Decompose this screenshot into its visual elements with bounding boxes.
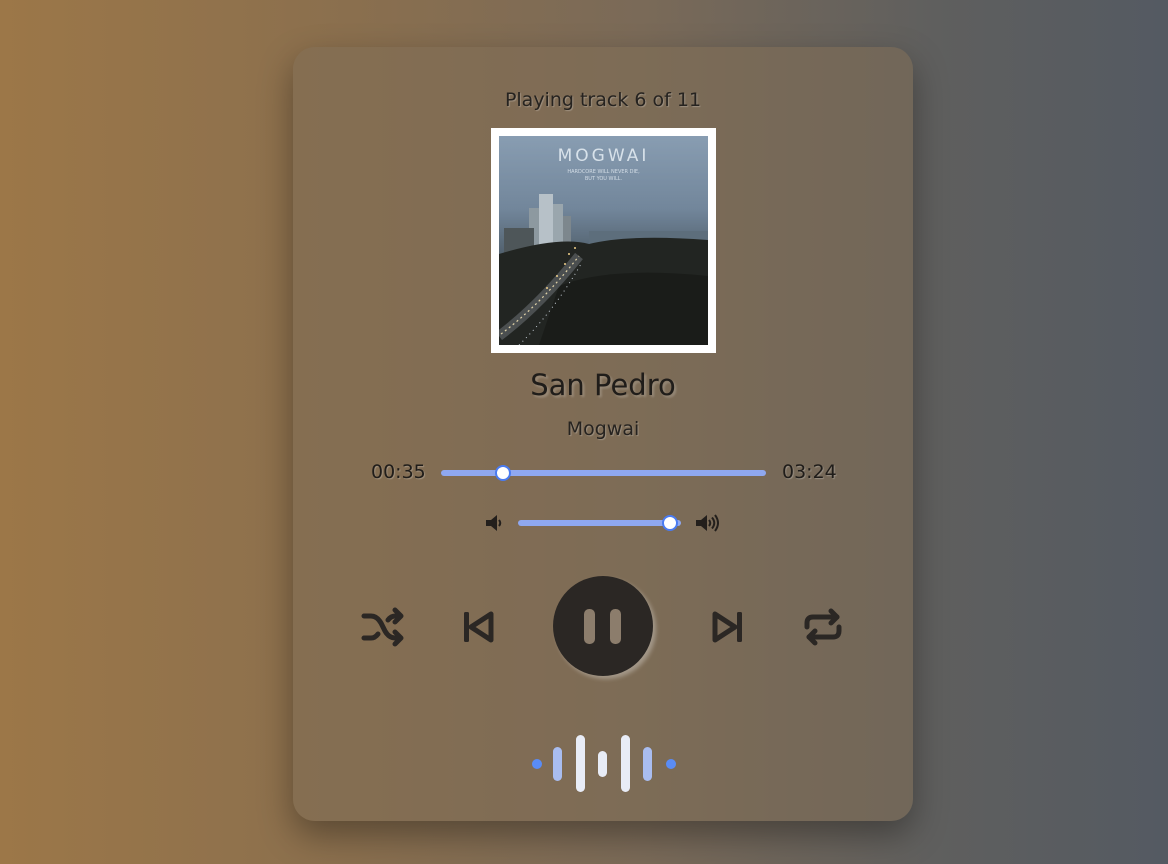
visualizer-bar — [576, 735, 585, 792]
skip-previous-icon — [464, 611, 494, 643]
album-cover-band: MOGWAI — [557, 146, 650, 166]
pause-icon-bar-right — [610, 609, 621, 644]
total-duration: 03:24 — [782, 461, 837, 483]
visualizer-bar — [621, 735, 630, 792]
repeat-icon — [804, 608, 842, 646]
album-cover: MOGWAI HARDCORE WILL NEVER DIE, BUT YOU … — [491, 128, 716, 353]
volume-slider-thumb[interactable] — [661, 515, 678, 531]
pause-icon-bar-left — [584, 609, 595, 644]
visualizer-bar — [598, 751, 607, 777]
progress-slider[interactable] — [441, 465, 766, 481]
shuffle-icon — [361, 607, 404, 647]
next-track-button[interactable] — [704, 603, 752, 651]
repeat-button[interactable] — [799, 603, 847, 651]
track-status-text: Playing track 6 of 11 — [504, 89, 702, 111]
volume-high-icon[interactable] — [694, 512, 722, 534]
elapsed-time: 00:35 — [371, 461, 426, 483]
track-title: San Pedro — [530, 368, 676, 402]
progress-slider-thumb[interactable] — [494, 465, 511, 481]
track-artist: Mogwai — [566, 418, 640, 440]
visualizer-bar — [643, 747, 652, 781]
pause-button[interactable] — [553, 576, 653, 676]
visualizer-bar — [553, 747, 562, 781]
volume-low-icon[interactable] — [483, 512, 511, 534]
album-cover-art: MOGWAI HARDCORE WILL NEVER DIE, BUT YOU … — [499, 136, 708, 345]
volume-slider[interactable] — [518, 515, 681, 531]
album-cover-subtitle-line2: BUT YOU WILL. — [584, 176, 623, 182]
audio-visualizer — [293, 733, 913, 793]
music-player-card: Playing track 6 of 11 MOGWAI HARDCORE WI… — [293, 47, 913, 821]
album-cover-subtitle: HARDCORE WILL NEVER DIE, BUT YOU WILL. — [499, 169, 708, 183]
skip-next-icon — [712, 611, 742, 643]
visualizer-dot — [532, 759, 542, 769]
visualizer-dot — [666, 759, 676, 769]
album-cover-subtitle-line1: HARDCORE WILL NEVER DIE, — [567, 169, 640, 175]
previous-track-button[interactable] — [454, 603, 502, 651]
shuffle-button[interactable] — [359, 603, 407, 651]
